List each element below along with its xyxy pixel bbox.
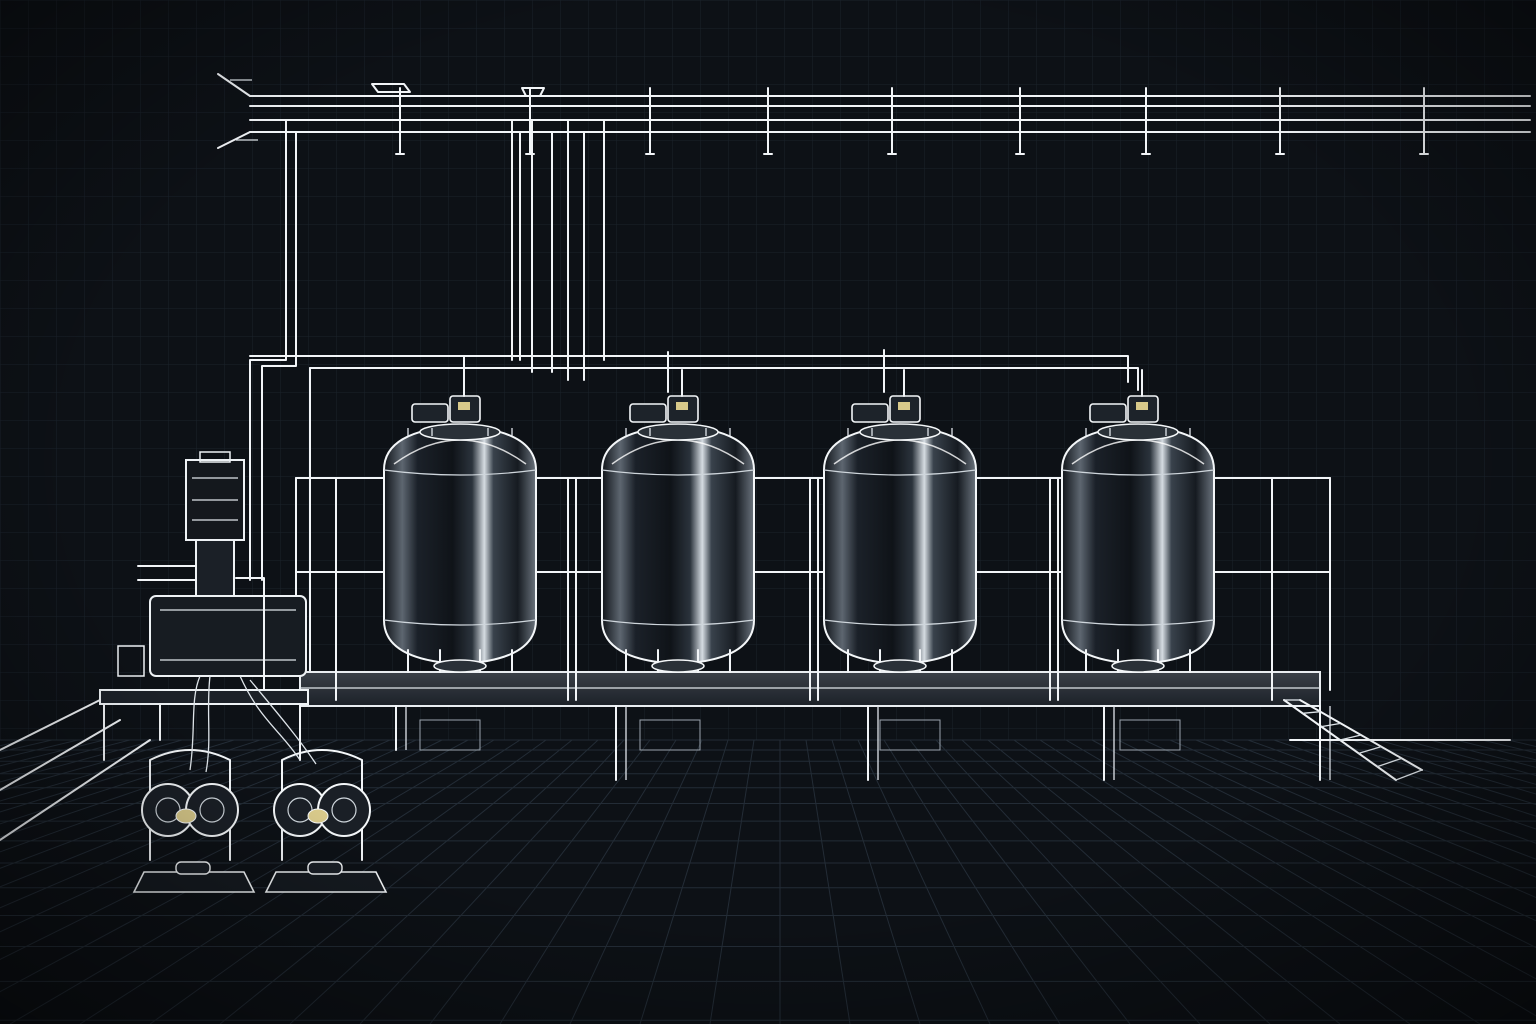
process-plant-diagram [0,0,1536,1024]
vignette-overlay [0,0,1536,1024]
